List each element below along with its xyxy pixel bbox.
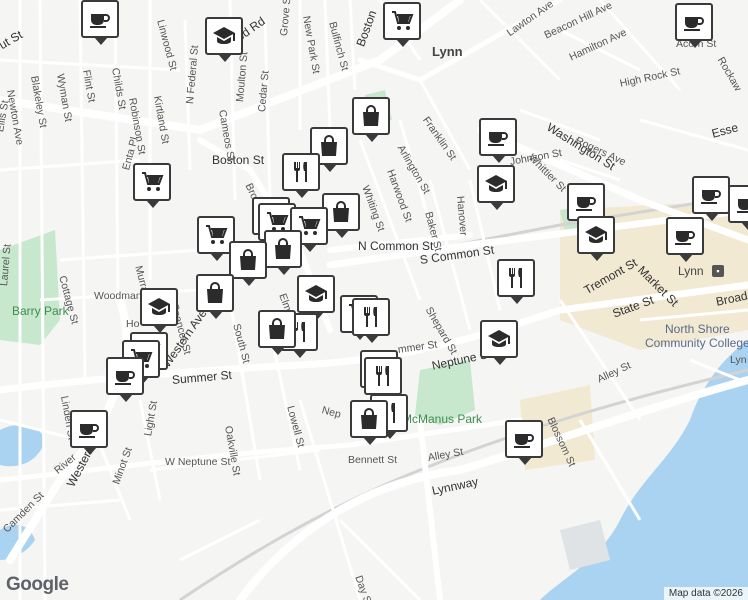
shopping-bag-icon[interactable] [196, 274, 234, 319]
street-label-bennett: Bennett St [348, 454, 398, 466]
poi-label-north-shore-college: North Shore Community College [645, 322, 748, 350]
school-icon[interactable] [480, 320, 518, 365]
street-label-n-common: N Common St [358, 239, 434, 253]
shopping-bag-icon[interactable] [258, 310, 296, 355]
park-label-mcmanus: McManus Park [402, 412, 483, 426]
shopping-bag-icon[interactable] [352, 97, 390, 142]
street-label-lyn-right: Lyn [730, 354, 747, 366]
park-label-barry: Barry Park [12, 304, 69, 318]
coffee-icon[interactable] [675, 3, 713, 48]
street-label-w-neptune: W Neptune St [165, 456, 231, 468]
coffee-icon[interactable] [106, 357, 144, 402]
google-logo: Google [6, 574, 69, 595]
restaurant-icon[interactable] [352, 298, 390, 343]
school-icon[interactable] [577, 216, 615, 261]
restaurant-icon[interactable] [364, 357, 402, 402]
shopping-bag-icon[interactable] [229, 241, 267, 286]
shopping-cart-icon[interactable] [383, 2, 421, 47]
place-label-lynn-station: Lynn [678, 264, 704, 278]
school-icon[interactable] [205, 17, 243, 62]
shopping-bag-icon[interactable] [264, 230, 302, 275]
place-label-lynn: Lynn [432, 44, 463, 59]
shopping-cart-icon[interactable] [133, 163, 171, 208]
school-icon[interactable] [140, 288, 178, 333]
shopping-bag-icon[interactable] [350, 400, 388, 445]
coffee-icon[interactable] [70, 410, 108, 455]
restaurant-icon[interactable] [497, 259, 535, 304]
map-canvas[interactable]: N Common St S Common St Boston St Boston… [0, 0, 748, 600]
train-station-icon[interactable]: ▪ [712, 265, 724, 277]
coffee-icon[interactable] [505, 420, 543, 465]
school-icon[interactable] [297, 275, 335, 320]
restaurant-icon[interactable] [282, 153, 320, 198]
street-label-boston: Boston St [212, 153, 265, 167]
coffee-icon[interactable] [692, 176, 730, 221]
school-icon[interactable] [477, 165, 515, 210]
coffee-icon[interactable] [666, 217, 704, 262]
coffee-icon[interactable] [728, 185, 748, 230]
map-attribution[interactable]: Map data ©2026 [663, 587, 748, 600]
coffee-icon[interactable] [81, 0, 119, 45]
street-label-ho: Ho [126, 318, 140, 330]
street-label-woodman: Woodman [94, 290, 142, 302]
coffee-icon[interactable] [479, 118, 517, 163]
